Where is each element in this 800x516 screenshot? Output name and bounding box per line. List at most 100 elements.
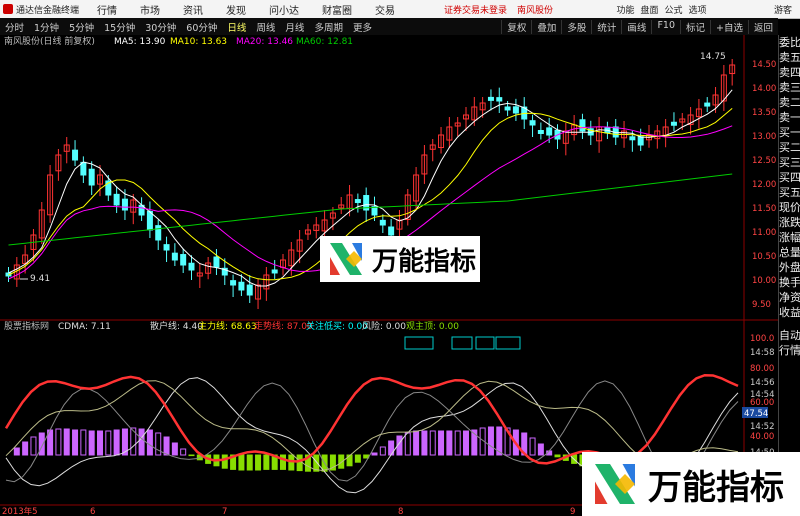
sidebar-change[interactable]: 涨跌 [779, 215, 800, 230]
period-15min[interactable]: 15分钟 [99, 20, 140, 34]
high-price-label: 14.75 [700, 52, 726, 62]
indicator-tick: 80.00 [750, 364, 774, 374]
tool-draw-line[interactable]: 画线 [621, 19, 651, 34]
indicator-tick: 40.00 [750, 432, 774, 442]
period-monthly[interactable]: 月线 [280, 20, 309, 34]
indicator-bar-bull [63, 428, 70, 456]
menu-ask[interactable]: 问小达 [269, 2, 299, 17]
sidebar-outer-volume[interactable]: 外盘 [779, 260, 800, 275]
price-tick: 13.50 [752, 108, 776, 118]
tool-back[interactable]: 返回 [747, 19, 778, 34]
candle-body [238, 281, 245, 291]
low-price-label: 9.41 [30, 274, 50, 284]
sidebar-bid5[interactable]: 买五 [779, 185, 800, 200]
candle-body [546, 127, 553, 136]
candle-body [171, 252, 178, 261]
sidebar-bid3[interactable]: 买三 [779, 155, 800, 170]
indicator-bar-bull [171, 442, 178, 456]
indicator-bar-bull [146, 429, 153, 456]
cdma-label: CDMA: 7.11 [58, 322, 111, 332]
menu-quotes[interactable]: 行情 [97, 2, 117, 17]
sidebar-price[interactable]: 现价 [779, 200, 800, 215]
sidebar-ask4[interactable]: 卖四 [779, 65, 800, 80]
sidebar-earnings[interactable]: 收益 [779, 305, 800, 320]
sidebar-commission-ratio[interactable]: 委比 [779, 35, 800, 50]
menu-function[interactable]: 功能 [616, 3, 634, 16]
indicator-bar-bull [97, 430, 103, 456]
period-more[interactable]: 更多 [348, 20, 377, 34]
indicator-bar-bear [255, 454, 262, 471]
price-tick: 11.50 [752, 204, 776, 214]
tool-mark[interactable]: 标记 [680, 19, 710, 34]
sidebar-ask1[interactable]: 卖一 [779, 110, 800, 125]
candle-body [537, 129, 544, 134]
period-daily[interactable]: 日线 [222, 20, 251, 34]
menu-discover[interactable]: 发现 [226, 2, 246, 17]
menu-formula[interactable]: 公式 [665, 3, 683, 16]
indicator-bar-bear [221, 454, 228, 469]
sidebar-ask5[interactable]: 卖五 [779, 50, 800, 65]
menu-market[interactable]: 市场 [140, 2, 160, 17]
trend-line-label: 走势线: 87.00 [254, 320, 313, 332]
period-weekly[interactable]: 周线 [251, 20, 280, 34]
period-multi[interactable]: 多周期 [309, 20, 348, 34]
period-timeshare[interactable]: 分时 [0, 20, 29, 34]
candle-body [155, 225, 162, 241]
sidebar-turnover[interactable]: 换手 [779, 275, 800, 290]
login-warning[interactable]: 证券交易未登录 [444, 3, 507, 16]
app-title: 通达信金融终端 [16, 5, 80, 16]
candle-body [354, 199, 361, 204]
sidebar-bid1[interactable]: 买一 [779, 125, 800, 140]
indicator-bar-bear [280, 454, 286, 470]
retail-line-label: 散户线: 4.40 [150, 320, 203, 332]
menu-options[interactable]: 选项 [689, 3, 707, 16]
tool-multi-stock[interactable]: 多股 [561, 19, 591, 34]
candle-body [146, 210, 153, 231]
menu-bar: 通达信金融终端 行情 市场 资讯 发现 问小达 财富圈 交易 证券交易未登录 南… [0, 0, 800, 19]
indicator-time: 14:54 [750, 390, 775, 400]
menu-news[interactable]: 资讯 [183, 2, 203, 17]
candle-body [487, 96, 494, 101]
sidebar-net-assets[interactable]: 净资 [779, 290, 800, 305]
candle-body [163, 244, 170, 251]
period-30min[interactable]: 30分钟 [140, 20, 181, 34]
sidebar-change-pct[interactable]: 涨幅 [779, 230, 800, 245]
period-60min[interactable]: 60分钟 [181, 20, 222, 34]
price-tick: 11.00 [752, 228, 776, 238]
tool-adjust[interactable]: 复权 [501, 19, 531, 34]
candle-body [496, 97, 503, 102]
sidebar-ask2[interactable]: 卖二 [779, 95, 800, 110]
candle-body [504, 106, 511, 111]
tool-add-watchlist[interactable]: +自选 [710, 19, 748, 34]
watermark-text: 万能指标 [648, 467, 784, 508]
candle-body [113, 193, 120, 206]
watermark-text: 万能指标 [372, 246, 477, 277]
main-force-label: 主力线: 68.63 [198, 320, 257, 332]
candle-body [80, 161, 87, 176]
menu-panel[interactable]: 盘面 [641, 3, 659, 16]
stock-title: 南风股份 [517, 5, 554, 16]
tool-overlay[interactable]: 叠加 [531, 19, 561, 34]
indicator-bar-bear [354, 454, 361, 463]
user-guest[interactable]: 游客 [774, 3, 800, 16]
watch-top-label: 观主顶: 0.00 [406, 320, 459, 332]
sidebar-bid4[interactable]: 买四 [779, 170, 800, 185]
menu-trade[interactable]: 交易 [375, 2, 395, 17]
date-tick: 6 [90, 507, 95, 516]
tool-statistics[interactable]: 统计 [591, 19, 621, 34]
sidebar-volume[interactable]: 总量 [779, 245, 800, 260]
candle-body [379, 219, 386, 226]
tool-f10[interactable]: F10 [651, 19, 680, 34]
indicator-tick: 100.0 [750, 334, 774, 344]
price-tick: 12.50 [752, 156, 776, 166]
sidebar-ask3[interactable]: 卖三 [779, 80, 800, 95]
period-5min[interactable]: 5分钟 [64, 20, 99, 34]
sidebar-quotes[interactable]: 行情 [779, 343, 800, 358]
period-1min[interactable]: 1分钟 [29, 20, 64, 34]
indicator-bar-bear [296, 454, 303, 472]
sidebar-bid2[interactable]: 买二 [779, 140, 800, 155]
brand-logo-icon [595, 464, 635, 504]
indicator-bar-bull [138, 428, 145, 456]
sidebar-auto[interactable]: 自动 [779, 328, 800, 343]
menu-wealth[interactable]: 财富圈 [322, 2, 352, 17]
